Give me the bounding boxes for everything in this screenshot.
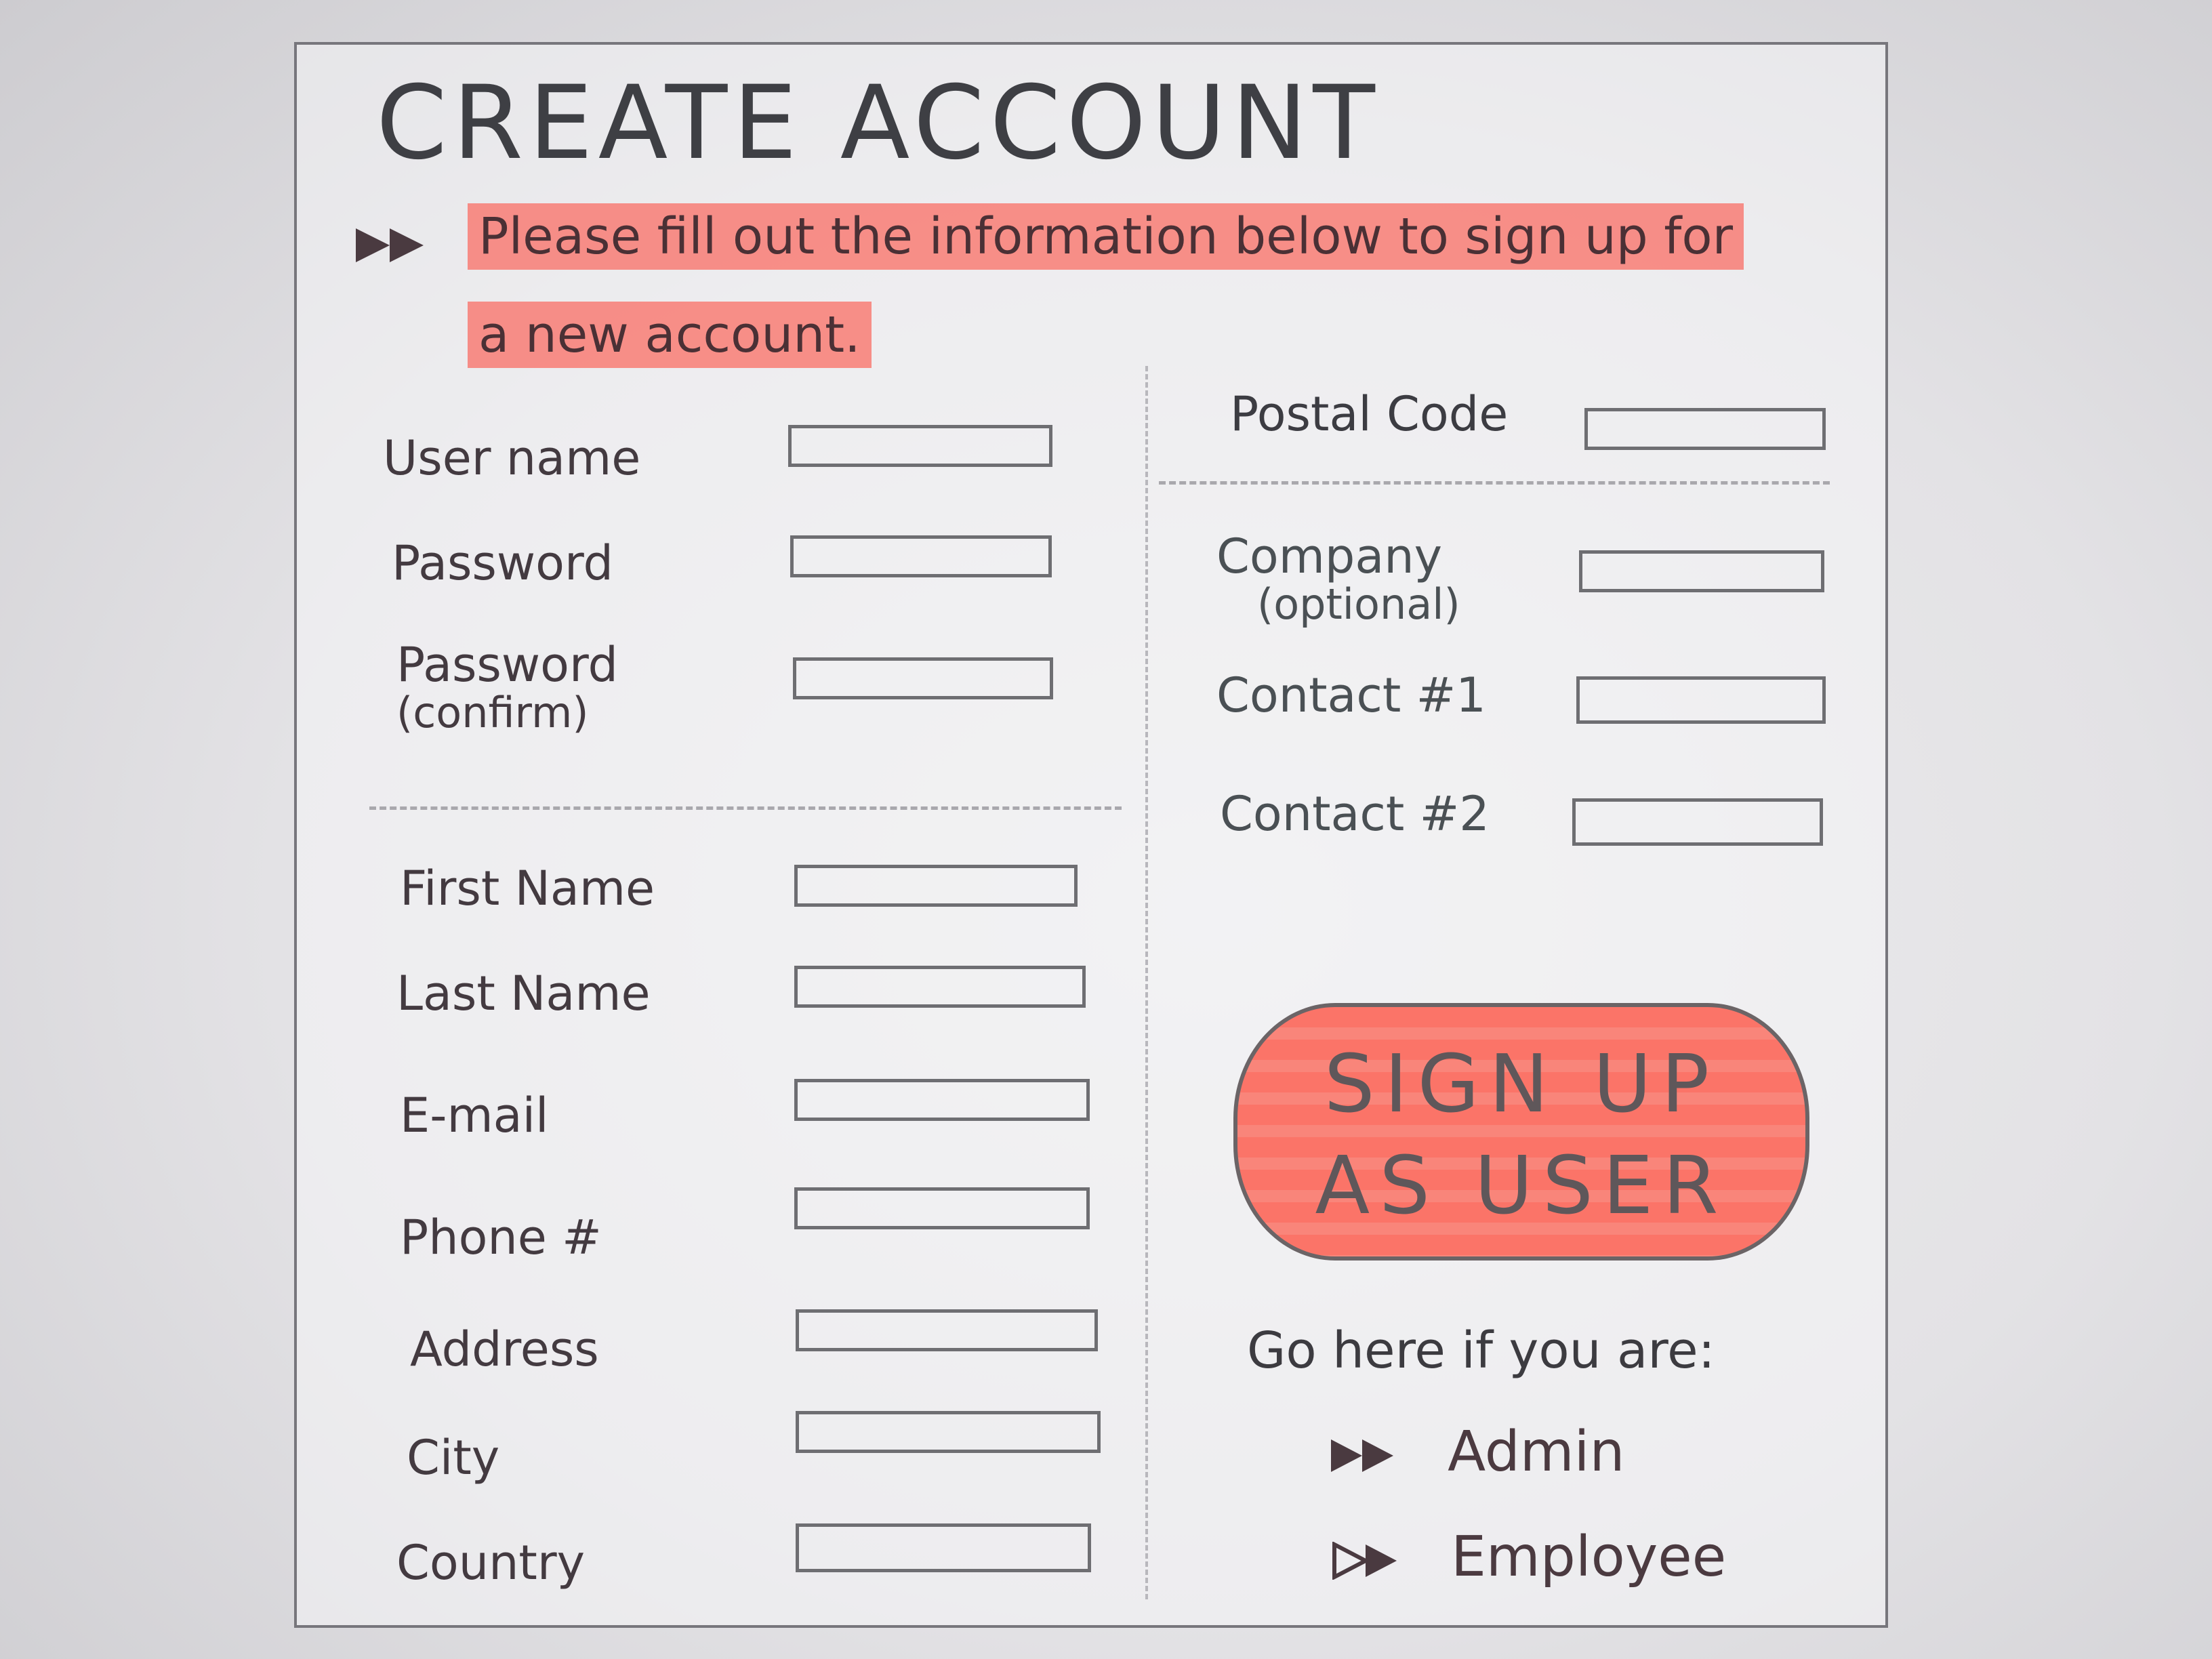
username-label: User name [383, 430, 641, 486]
password-input[interactable] [790, 535, 1052, 577]
username-input[interactable] [788, 425, 1052, 467]
address-label: Address [410, 1322, 599, 1377]
email-input[interactable] [794, 1079, 1090, 1121]
password-label: Password [392, 535, 613, 591]
contact-2-label: Contact #2 [1220, 786, 1490, 842]
city-label: City [407, 1430, 500, 1486]
country-input[interactable] [796, 1523, 1091, 1572]
section-divider-right [1159, 481, 1830, 485]
contact-1-input[interactable] [1576, 676, 1826, 724]
first-name-label: First Name [400, 861, 655, 916]
phone-input[interactable] [794, 1187, 1090, 1229]
contact-1-label: Contact #1 [1216, 668, 1486, 723]
last-name-input[interactable] [794, 966, 1086, 1008]
postal-code-label: Postal Code [1230, 386, 1509, 442]
company-label: Company (optional) [1216, 529, 1460, 629]
double-arrow-icon [1332, 1525, 1451, 1589]
contact-2-input[interactable] [1572, 798, 1823, 846]
double-arrow-icon [352, 225, 434, 268]
section-divider-left [369, 806, 1122, 810]
alternate-login-prompt: Go here if you are: [1247, 1322, 1715, 1380]
page-title: CREATE ACCOUNT [376, 64, 1380, 182]
company-input[interactable] [1579, 550, 1824, 592]
phone-label: Phone # [400, 1210, 602, 1265]
postal-code-input[interactable] [1584, 408, 1826, 450]
password-confirm-input[interactable] [793, 657, 1053, 699]
admin-link[interactable]: Admin [1328, 1420, 1624, 1484]
address-input[interactable] [796, 1309, 1098, 1351]
sign-up-as-user-button[interactable]: SIGN UP AS USER [1233, 1003, 1809, 1261]
intro-text-line-2: a new account. [468, 302, 872, 368]
email-label: E-mail [400, 1088, 549, 1143]
sign-up-button-line-1: SIGN UP [1324, 1037, 1719, 1130]
password-confirm-label: Password (confirm) [396, 637, 618, 737]
city-input[interactable] [796, 1411, 1101, 1453]
double-arrow-icon [1328, 1420, 1448, 1484]
last-name-label: Last Name [396, 966, 651, 1021]
first-name-input[interactable] [794, 865, 1078, 907]
column-divider [1145, 366, 1148, 1599]
sign-up-button-line-2: AS USER [1315, 1139, 1728, 1232]
employee-link[interactable]: Employee [1332, 1525, 1726, 1589]
intro-text-line-1: Please fill out the information below to… [468, 203, 1744, 270]
admin-link-label: Admin [1448, 1420, 1625, 1484]
employee-link-label: Employee [1451, 1525, 1727, 1589]
country-label: Country [396, 1535, 586, 1591]
